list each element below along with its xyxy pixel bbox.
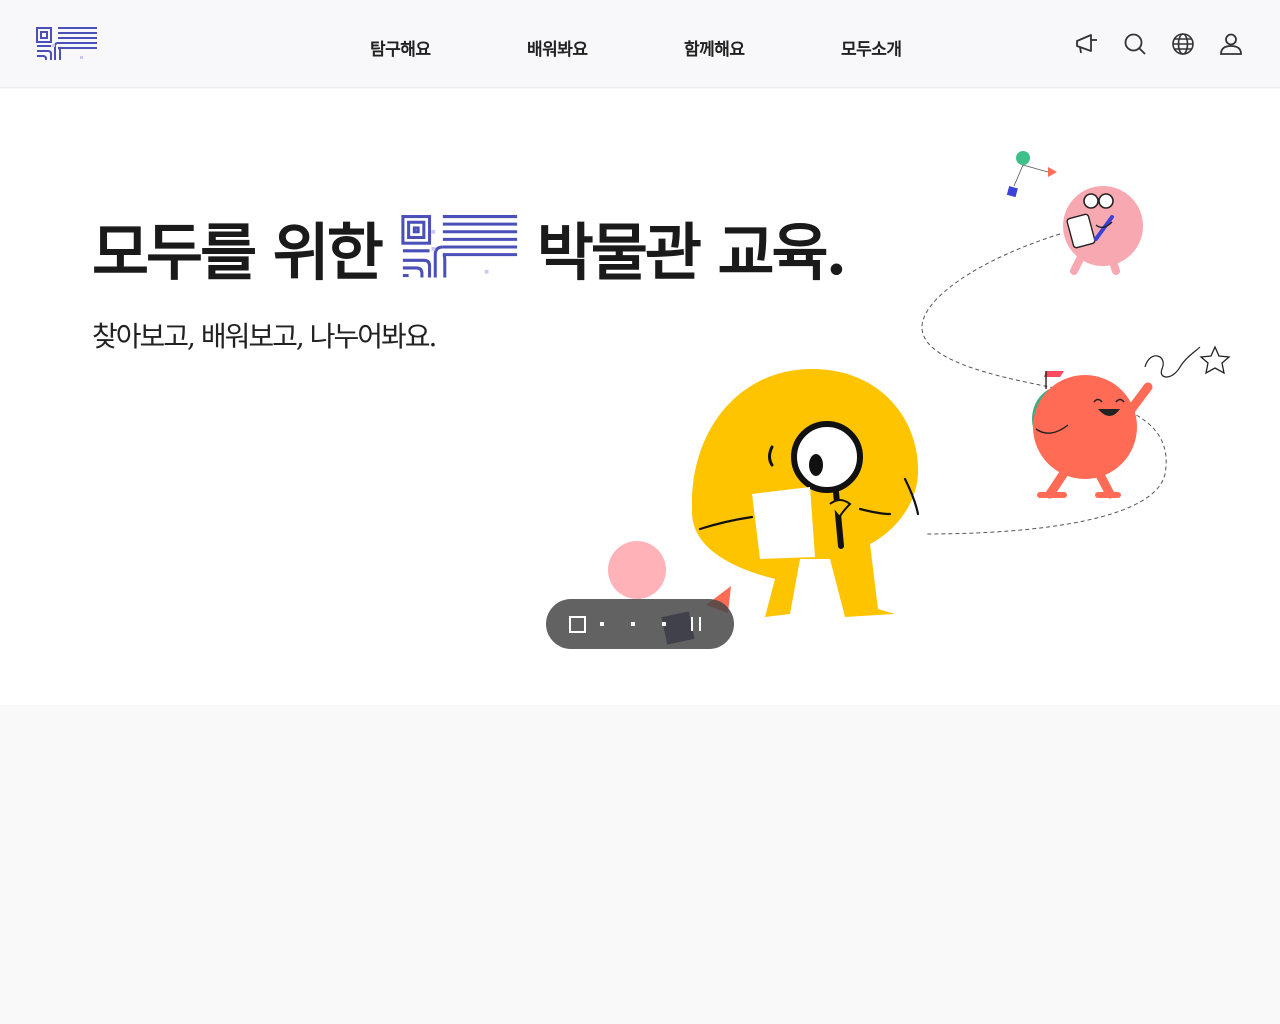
hero-subline: 찾아보고, 배워보고, 나누어봐요. xyxy=(92,320,437,353)
hero-headline: 모두를 위한 박물관 교육. xyxy=(92,207,847,289)
red-character xyxy=(1032,345,1231,499)
slider-controls xyxy=(546,599,734,649)
pause-icon[interactable] xyxy=(691,617,701,631)
site-header: 탐구해요 배워봐요 함께해요 모두소개 xyxy=(0,0,1280,88)
nav-item-learn[interactable]: 배워봐요 xyxy=(527,35,588,60)
stop-icon[interactable] xyxy=(569,615,586,633)
header-utility-icons xyxy=(1074,30,1244,58)
hero-banner: 모두를 위한 박물관 교육. 찾아보고, 배워보고, 나누어봐요. xyxy=(0,89,1280,705)
globe-icon[interactable] xyxy=(1170,30,1196,58)
user-icon[interactable] xyxy=(1218,30,1244,58)
museum-logo-mark xyxy=(401,215,517,278)
slide-dot-2[interactable] xyxy=(631,622,635,626)
headline-text-before: 모두를 위한 xyxy=(92,216,384,289)
slide-dot-3[interactable] xyxy=(662,622,666,626)
headline-text-after: 박물관 교육. xyxy=(536,216,847,289)
nav-item-explore[interactable]: 탐구해요 xyxy=(370,35,431,60)
search-icon[interactable] xyxy=(1122,30,1148,58)
nav-item-about[interactable]: 모두소개 xyxy=(841,35,902,60)
nav-item-together[interactable]: 함께해요 xyxy=(684,35,745,60)
slide-dot-1[interactable] xyxy=(600,622,604,626)
megaphone-icon[interactable] xyxy=(1074,30,1100,58)
yellow-character xyxy=(691,369,920,617)
pink-character xyxy=(1063,186,1143,275)
